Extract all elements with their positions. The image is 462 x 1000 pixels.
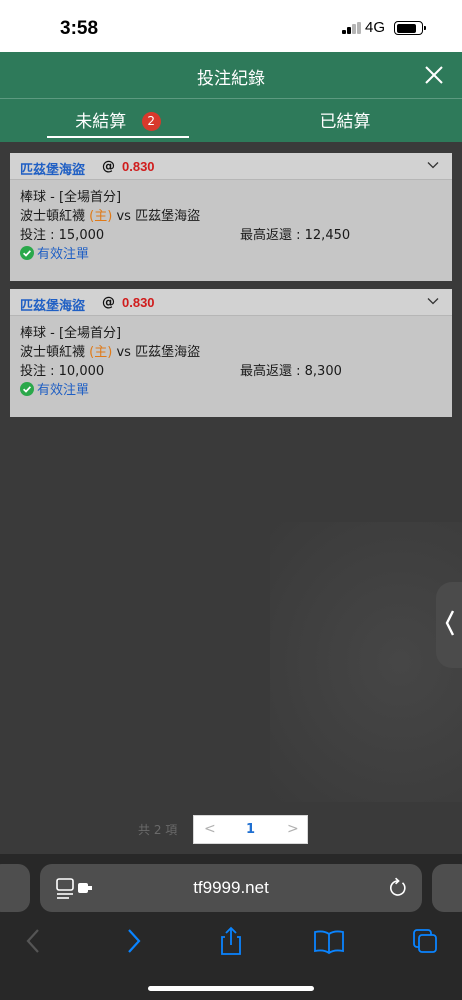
- pagination-total: 共 2 項: [138, 823, 178, 837]
- unsettled-count-badge: 2: [141, 112, 161, 131]
- bet-max-return: 最高返還 : 12,450: [240, 228, 351, 243]
- chevron-left-icon: [445, 610, 455, 636]
- browser-toolbar: tf9999.net: [0, 854, 462, 1000]
- chevron-down-icon[interactable]: [426, 158, 440, 172]
- active-tab-underline: [47, 135, 189, 138]
- pagination: < 1 >: [193, 815, 308, 844]
- signal-icon: [342, 22, 362, 34]
- bet-card: 匹茲堡海盜 @ 0.830 棒球 - [全場首分] 波士頓紅襪 (主) vs 匹…: [10, 153, 452, 281]
- url-text: tf9999.net: [193, 878, 269, 897]
- bet-status: 有效注單: [20, 381, 89, 400]
- bet-odds: 0.830: [122, 159, 155, 174]
- home-team: 波士頓紅襪: [20, 345, 86, 360]
- home-tag: (主): [89, 209, 113, 224]
- share-button[interactable]: [214, 926, 248, 956]
- versus-label: vs: [116, 209, 131, 224]
- close-icon: [425, 66, 443, 84]
- share-icon: [221, 926, 241, 955]
- away-team: 匹茲堡海盜: [135, 345, 201, 360]
- away-team: 匹茲堡海盜: [135, 209, 201, 224]
- bet-stake: 投注 : 10,000: [20, 364, 105, 379]
- bet-match: 波士頓紅襪 (主) vs 匹茲堡海盜: [20, 207, 200, 226]
- bet-market: 棒球 - [全場首分]: [20, 190, 122, 205]
- bet-card: 匹茲堡海盜 @ 0.830 棒球 - [全場首分] 波士頓紅襪 (主) vs 匹…: [10, 289, 452, 417]
- tab-settled-label: 已結算: [319, 112, 371, 132]
- home-team: 波士頓紅襪: [20, 209, 86, 224]
- reload-icon[interactable]: [388, 877, 408, 899]
- close-button[interactable]: [420, 61, 448, 89]
- tab-unsettled-label: 未結算: [75, 112, 127, 132]
- bet-stake: 投注 : 15,000: [20, 228, 105, 243]
- page-header: 投注紀錄: [0, 52, 462, 98]
- bookmarks-button[interactable]: [312, 926, 346, 956]
- tabs-button[interactable]: [408, 926, 442, 956]
- page-title: 投注紀錄: [197, 69, 265, 89]
- bet-list: 匹茲堡海盜 @ 0.830 棒球 - [全場首分] 波士頓紅襪 (主) vs 匹…: [0, 142, 462, 854]
- bet-status-label: 有效注單: [37, 247, 90, 262]
- browser-forward-button[interactable]: [117, 926, 151, 956]
- side-drawer-handle[interactable]: [436, 582, 462, 668]
- bet-match: 波士頓紅襪 (主) vs 匹茲堡海盜: [20, 343, 200, 362]
- address-bar[interactable]: tf9999.net: [40, 864, 422, 912]
- status-time: 3:58: [60, 18, 99, 39]
- check-circle-icon: [20, 382, 34, 396]
- versus-label: vs: [116, 345, 131, 360]
- bet-max-return: 最高返還 : 8,300: [240, 364, 342, 379]
- at-sign: @: [102, 159, 115, 174]
- pagination-prev-button[interactable]: <: [204, 821, 216, 837]
- browser-back-button[interactable]: [18, 926, 52, 956]
- bet-status: 有效注單: [20, 245, 89, 264]
- bet-card-header[interactable]: 匹茲堡海盜 @ 0.830: [10, 289, 452, 316]
- bet-status-tabs: 未結算 2 已結算: [0, 98, 462, 142]
- check-circle-icon: [20, 246, 34, 260]
- bet-market: 棒球 - [全場首分]: [20, 326, 122, 341]
- tab-unsettled[interactable]: 未結算 2: [47, 99, 189, 142]
- pagination-next-button[interactable]: >: [287, 821, 299, 837]
- book-icon: [314, 930, 344, 955]
- tab-settled[interactable]: 已結算: [280, 99, 410, 142]
- bet-status-label: 有效注單: [37, 383, 90, 398]
- bet-selection: 匹茲堡海盜: [20, 163, 86, 178]
- at-sign: @: [102, 295, 115, 310]
- chevron-down-icon[interactable]: [426, 294, 440, 308]
- bet-odds: 0.830: [122, 295, 155, 310]
- battery-icon: [394, 21, 426, 35]
- home-tag: (主): [89, 345, 113, 360]
- next-tab-preview[interactable]: [432, 864, 462, 912]
- previous-tab-preview[interactable]: [0, 864, 30, 912]
- chevron-left-icon: [26, 929, 39, 953]
- bet-selection: 匹茲堡海盜: [20, 299, 86, 314]
- tabs-icon: [413, 929, 437, 953]
- status-bar: 3:58 4G: [0, 0, 462, 52]
- chevron-right-icon: [128, 929, 141, 953]
- network-type: 4G: [365, 19, 386, 36]
- pagination-page-button[interactable]: 1: [246, 822, 255, 837]
- home-indicator: [148, 986, 314, 991]
- bet-card-header[interactable]: 匹茲堡海盜 @ 0.830: [10, 153, 452, 180]
